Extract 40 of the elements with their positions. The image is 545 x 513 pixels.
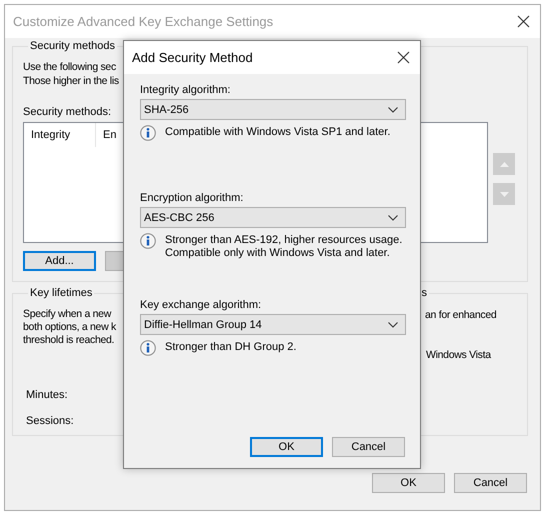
info-icon (140, 340, 156, 356)
field-label: Integrity algorithm: (140, 83, 230, 97)
description-text: both options, a new k (23, 321, 116, 334)
algorithm-dropdown[interactable]: Diffie-Hellman Group 14 (140, 314, 406, 335)
info-text: Stronger than AES-192, higher resources usage. Compatible only with Windows Vista and later. (165, 233, 402, 260)
info-text: Stronger than DH Group 2. (165, 340, 296, 355)
description-text: Those higher in the lis (23, 74, 119, 88)
triangle-down-icon (500, 192, 508, 196)
list-label: Security methods: (23, 105, 112, 119)
column-header[interactable]: Integrity (24, 123, 96, 147)
algorithm-dropdown[interactable]: AES-CBC 256 (140, 207, 406, 228)
chevron-down-icon (388, 322, 398, 328)
close-icon[interactable] (517, 15, 530, 28)
info-icon (140, 125, 156, 141)
description-text: an for enhanced (425, 308, 496, 322)
field-label: Minutes: (25, 388, 68, 402)
add-button[interactable]: Add... (23, 251, 96, 271)
cancel-button[interactable]: Cancel (332, 437, 405, 457)
description-text: Use the following sec (23, 60, 116, 74)
field-label: Encryption algorithm: (140, 191, 244, 205)
field-label: Key exchange algorithm: (140, 298, 262, 312)
group-title: s (420, 287, 428, 299)
group-title: Security methods (29, 40, 116, 52)
field-label: Sessions: (25, 414, 74, 428)
cancel-button[interactable]: Cancel (454, 473, 527, 493)
ok-button[interactable]: OK (250, 437, 323, 457)
info-icon (140, 233, 156, 249)
chevron-down-icon (388, 106, 398, 112)
ok-button[interactable]: OK (372, 473, 445, 493)
window-title: Customize Advanced Key Exchange Settings (13, 14, 274, 29)
group-title: Key lifetimes (29, 287, 94, 299)
triangle-up-icon (500, 162, 508, 166)
algorithm-dropdown[interactable]: SHA-256 (140, 99, 406, 120)
info-text: Compatible with Windows Vista SP1 and later. (165, 125, 390, 140)
close-icon[interactable] (397, 51, 410, 64)
description-text: Specify when a new (23, 308, 111, 321)
dialog-title: Add Security Method (132, 50, 253, 65)
description-text: Windows Vista (425, 348, 491, 362)
chevron-down-icon (388, 214, 398, 220)
description-text: threshold is reached. (23, 334, 114, 347)
